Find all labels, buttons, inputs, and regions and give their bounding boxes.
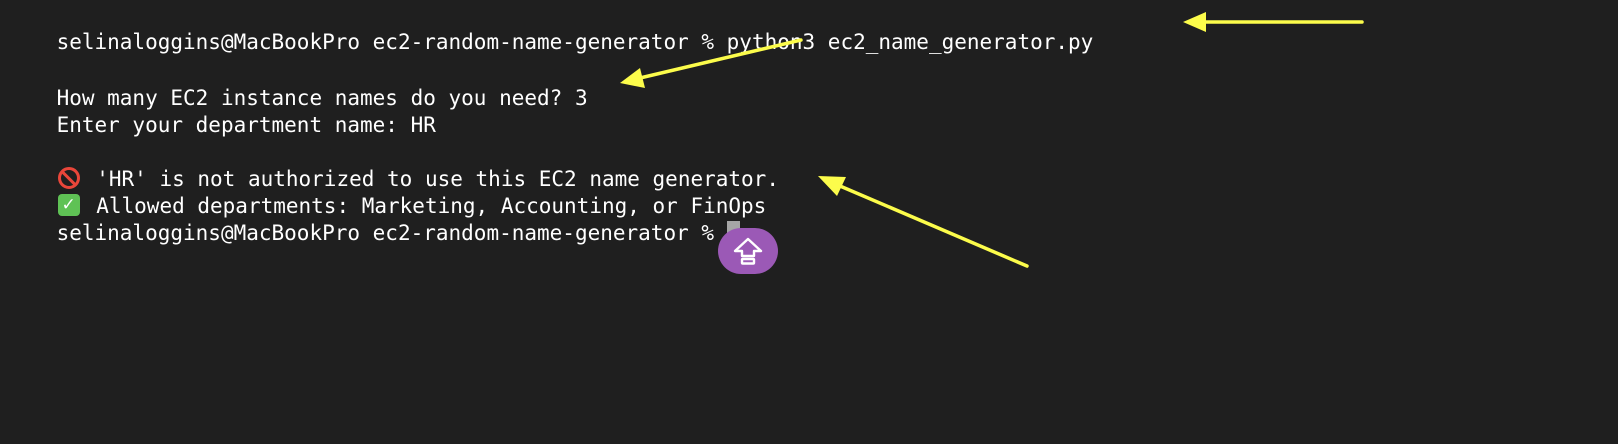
final-prompt-text: selinaloggins@MacBookPro ec2-random-name… [56,221,727,245]
annotation-arrow-command [1183,12,1364,32]
department-prompt-text: Enter your department name: HR [56,113,436,137]
shift-arrow-up-button[interactable] [718,228,778,274]
command-text: selinaloggins@MacBookPro ec2-random-name… [56,30,1094,54]
annotation-arrow-allowed [818,176,1029,268]
final-prompt-line[interactable]: selinaloggins@MacBookPro ec2-random-name… [6,191,740,275]
shift-arrow-up-icon [733,237,763,265]
terminal-window[interactable]: selinaloggins@MacBookPro ec2-random-name… [0,0,1618,444]
